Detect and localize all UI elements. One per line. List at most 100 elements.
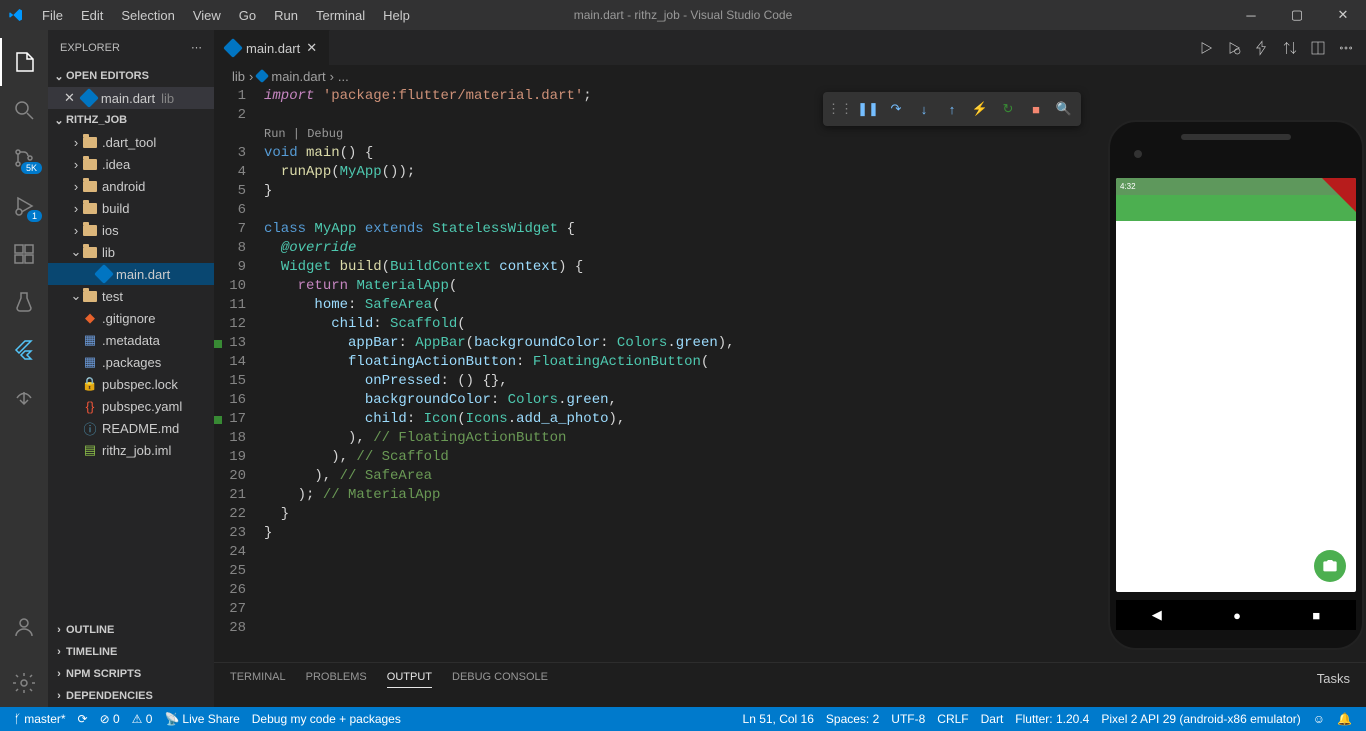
warnings-status[interactable]: ⚠ 0	[126, 707, 159, 731]
outline-section[interactable]: ›OUTLINE	[48, 619, 214, 641]
menu-selection[interactable]: Selection	[113, 4, 182, 27]
emulator-screen[interactable]: 4:32 ▾◢▮	[1116, 178, 1356, 592]
nav-home-icon[interactable]: ●	[1233, 608, 1241, 623]
tree-item-pubspec-yaml[interactable]: {}pubspec.yaml	[48, 395, 214, 417]
step-out-icon[interactable]: ↑	[939, 96, 965, 122]
menu-run[interactable]: Run	[266, 4, 306, 27]
devtools-icon[interactable]: 🔍	[1051, 96, 1077, 122]
spaces-status[interactable]: Spaces: 2	[820, 712, 885, 726]
hot-reload-icon[interactable]: ⚡	[967, 96, 993, 122]
close-button[interactable]: ✕	[1320, 0, 1366, 30]
settings-gear-icon[interactable]	[0, 659, 48, 707]
tree-item-main-dart[interactable]: main.dart	[48, 263, 214, 285]
nav-recent-icon[interactable]: ■	[1312, 608, 1320, 623]
run-icon[interactable]	[1198, 40, 1214, 56]
open-editor-item[interactable]: ✕ main.dart lib	[48, 87, 214, 109]
flutter-status[interactable]: Flutter: 1.20.4	[1009, 712, 1095, 726]
project-section[interactable]: ⌄RITHZ_JOB	[48, 109, 214, 131]
tree-item-android[interactable]: ›android	[48, 175, 214, 197]
titlebar: FileEditSelectionViewGoRunTerminalHelp m…	[0, 0, 1366, 30]
cursor-position[interactable]: Ln 51, Col 16	[737, 712, 820, 726]
menu-file[interactable]: File	[34, 4, 71, 27]
panel-tasks[interactable]: Tasks	[1317, 671, 1350, 686]
bell-icon[interactable]: 🔔	[1331, 712, 1358, 726]
sidebar: EXPLORER ⋯ ⌄OPEN EDITORS ✕ main.dart lib…	[48, 30, 214, 707]
nav-back-icon[interactable]: ◀	[1152, 607, 1162, 623]
menu-help[interactable]: Help	[375, 4, 418, 27]
debug-toolbar[interactable]: ⋮⋮ ❚❚ ↷ ↓ ↑ ⚡ ↻ ■ 🔍	[823, 92, 1081, 126]
explorer-view-icon[interactable]	[0, 38, 48, 86]
menu-view[interactable]: View	[185, 4, 229, 27]
tree-item-rithz_job-iml[interactable]: ▤rithz_job.iml	[48, 439, 214, 461]
debug-config-status[interactable]: Debug my code + packages	[246, 707, 407, 731]
feedback-icon[interactable]: ☺	[1307, 712, 1331, 726]
panel-tab-problems[interactable]: PROBLEMS	[306, 671, 367, 688]
timeline-section[interactable]: ›TIMELINE	[48, 641, 214, 663]
encoding-status[interactable]: UTF-8	[885, 712, 931, 726]
tree-item-lib[interactable]: ⌄lib	[48, 241, 214, 263]
pause-icon[interactable]: ❚❚	[855, 96, 881, 122]
branch-status[interactable]: ᚶmaster*	[8, 707, 72, 731]
eol-status[interactable]: CRLF	[931, 712, 974, 726]
activity-bar: 5K 1	[0, 30, 48, 707]
close-editor-icon[interactable]: ✕	[64, 90, 75, 106]
android-emulator[interactable]: 4:32 ▾◢▮ ◀ ● ■	[1108, 120, 1364, 650]
menu-go[interactable]: Go	[231, 4, 264, 27]
test-view-icon[interactable]	[0, 278, 48, 326]
scm-view-icon[interactable]: 5K	[0, 134, 48, 182]
device-status[interactable]: Pixel 2 API 29 (android-x86 emulator)	[1095, 712, 1306, 726]
deps-section[interactable]: ›DEPENDENCIES	[48, 685, 214, 707]
scm-badge: 5K	[21, 162, 42, 174]
liveshare-status[interactable]: 📡Live Share	[158, 707, 245, 731]
minimize-button[interactable]: ─	[1228, 0, 1274, 30]
statusbar: ᚶmaster* ⟳ ⊘ 0 ⚠ 0 📡Live Share Debug my …	[0, 707, 1366, 731]
menu-terminal[interactable]: Terminal	[308, 4, 373, 27]
stop-icon[interactable]: ■	[1023, 96, 1049, 122]
tree-item--gitignore[interactable]: ◆.gitignore	[48, 307, 214, 329]
breadcrumb[interactable]: lib› main.dart› ...	[214, 65, 1366, 87]
tree-item-build[interactable]: ›build	[48, 197, 214, 219]
errors-status[interactable]: ⊘ 0	[94, 707, 126, 731]
tree-item-pubspec-lock[interactable]: 🔒pubspec.lock	[48, 373, 214, 395]
maximize-button[interactable]: ▢	[1274, 0, 1320, 30]
flutter-view-icon[interactable]	[0, 326, 48, 374]
menu-edit[interactable]: Edit	[73, 4, 111, 27]
search-view-icon[interactable]	[0, 86, 48, 134]
account-icon[interactable]	[0, 603, 48, 651]
share-view-icon[interactable]	[0, 374, 48, 422]
sidebar-more-icon[interactable]: ⋯	[191, 41, 202, 54]
tree-item--idea[interactable]: ›.idea	[48, 153, 214, 175]
tree-item--dart_tool[interactable]: ›.dart_tool	[48, 131, 214, 153]
split-icon[interactable]	[1310, 40, 1326, 56]
language-status[interactable]: Dart	[975, 712, 1010, 726]
step-into-icon[interactable]: ↓	[911, 96, 937, 122]
tab-close-icon[interactable]: ✕	[306, 40, 317, 56]
extensions-view-icon[interactable]	[0, 230, 48, 278]
file-tree: ›.dart_tool›.idea›android›build›ios⌄libm…	[48, 131, 214, 619]
open-editors-section[interactable]: ⌄OPEN EDITORS	[48, 65, 214, 87]
emulator-fab[interactable]	[1314, 550, 1346, 582]
window-title: main.dart - rithz_job - Visual Studio Co…	[574, 8, 793, 22]
debug-badge: 1	[27, 210, 42, 222]
tree-item--packages[interactable]: ▦.packages	[48, 351, 214, 373]
panel-tab-output[interactable]: OUTPUT	[387, 671, 432, 688]
npm-section[interactable]: ›NPM SCRIPTS	[48, 663, 214, 685]
panel-tab-terminal[interactable]: TERMINAL	[230, 671, 286, 688]
sidebar-header: EXPLORER ⋯	[48, 30, 214, 65]
tree-item-test[interactable]: ⌄test	[48, 285, 214, 307]
drag-handle-icon[interactable]: ⋮⋮	[827, 96, 853, 122]
tree-item-ios[interactable]: ›ios	[48, 219, 214, 241]
editor-tab[interactable]: main.dart ✕	[214, 30, 330, 65]
panel-tab-debug-console[interactable]: DEBUG CONSOLE	[452, 671, 548, 688]
step-over-icon[interactable]: ↷	[883, 96, 909, 122]
debug-view-icon[interactable]: 1	[0, 182, 48, 230]
menu-bar: FileEditSelectionViewGoRunTerminalHelp	[34, 4, 418, 27]
tree-item-README-md[interactable]: ⓘREADME.md	[48, 417, 214, 439]
debug-run-icon[interactable]	[1226, 40, 1242, 56]
more-icon[interactable]	[1338, 40, 1354, 56]
diff-icon[interactable]	[1282, 40, 1298, 56]
tree-item--metadata[interactable]: ▦.metadata	[48, 329, 214, 351]
restart-icon[interactable]: ↻	[995, 96, 1021, 122]
hot-reload-icon[interactable]	[1254, 40, 1270, 56]
sync-status[interactable]: ⟳	[72, 707, 94, 731]
